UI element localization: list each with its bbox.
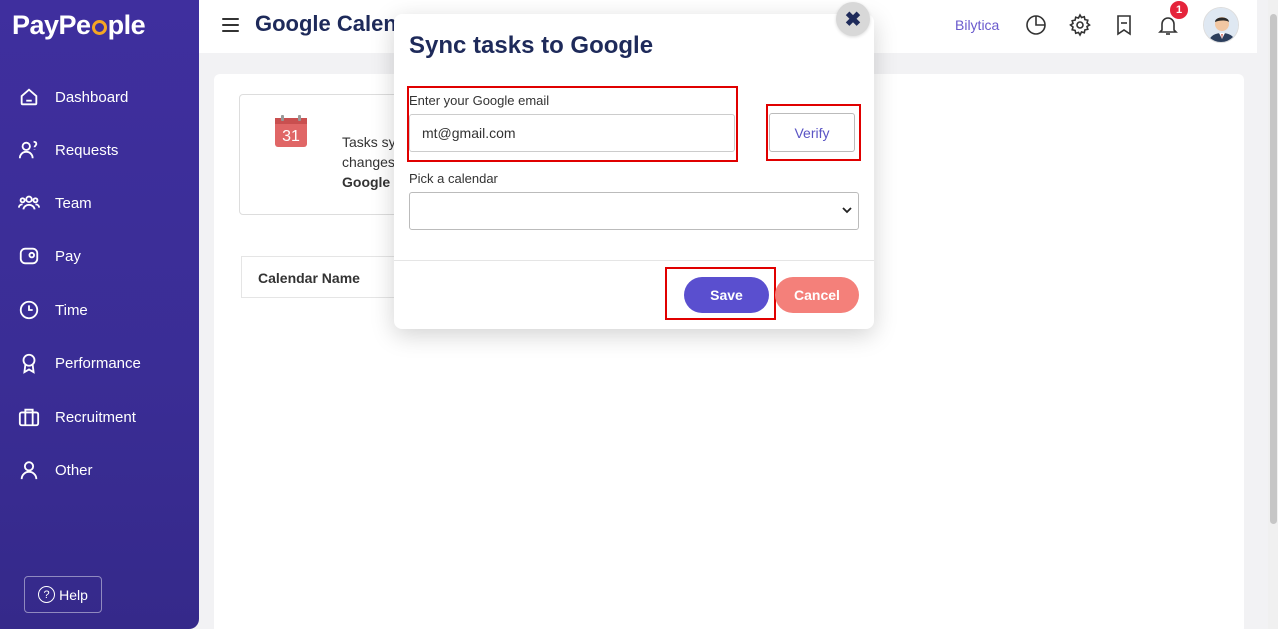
app-logo[interactable]: PayPe ple (12, 10, 146, 41)
dialog-title: Sync tasks to Google (409, 32, 654, 59)
highlight-verify-frame (766, 104, 861, 161)
requests-icon (18, 140, 38, 159)
gear-icon[interactable] (1068, 13, 1092, 37)
calendar-day-text: 31 (282, 128, 300, 145)
column-header-calendar-name: Calendar Name (258, 270, 360, 286)
pie-chart-icon[interactable] (1024, 13, 1048, 37)
sidebar-item-label: Dashboard (55, 88, 129, 106)
award-icon (22, 353, 36, 374)
sidebar-item-label: Requests (55, 141, 119, 159)
sync-info-text: Tasks sy changes Google (342, 132, 396, 192)
google-calendar-icon: 31 (275, 115, 307, 147)
pay-icon (19, 247, 39, 265)
sidebar-item-team[interactable]: Team (18, 189, 92, 217)
sidebar-item-label: Recruitment (55, 408, 136, 426)
sidebar-item-requests[interactable]: Requests (18, 136, 118, 164)
sidebar-item-label: Performance (55, 354, 141, 372)
user-avatar-icon (1204, 8, 1238, 42)
scrollbar-thumb[interactable] (1270, 14, 1277, 524)
help-label: Help (59, 586, 88, 603)
chevron-down-icon (842, 207, 852, 214)
dialog-footer-divider (394, 260, 874, 261)
sidebar-item-recruitment[interactable]: Recruitment (18, 403, 136, 431)
briefcase-icon (18, 408, 40, 427)
notification-badge: 1 (1170, 1, 1188, 19)
info-line-1: Tasks sy (342, 134, 396, 150)
avatar[interactable] (1203, 7, 1239, 43)
calendar-select[interactable] (409, 192, 859, 230)
company-link[interactable]: Bilytica (955, 17, 999, 33)
close-dialog-button[interactable]: ✖ (836, 2, 870, 36)
clock-icon (19, 300, 39, 320)
info-line-3: Google (342, 174, 391, 190)
info-line-2: changes (342, 154, 395, 170)
calendar-table-header: Calendar Name (241, 256, 411, 298)
logo-text-end: ple (107, 10, 146, 40)
sidebar-item-label: Time (55, 301, 88, 319)
logo-text: PayPe (12, 10, 91, 40)
logo-o-icon (91, 20, 107, 35)
sidebar: PayPe ple Dashboard Requests Team Pay Tim… (0, 0, 199, 629)
sidebar-item-other[interactable]: Other (18, 456, 93, 484)
sidebar-item-time[interactable]: Time (18, 296, 88, 324)
menu-icon[interactable] (222, 18, 239, 36)
sidebar-item-dashboard[interactable]: Dashboard (18, 83, 128, 111)
sidebar-item-label: Pay (55, 247, 81, 265)
sidebar-item-label: Team (55, 194, 92, 212)
sidebar-item-performance[interactable]: Performance (18, 349, 141, 377)
home-icon (20, 88, 38, 106)
highlight-save-frame (665, 267, 776, 320)
help-icon: ? (38, 586, 56, 603)
cancel-button[interactable]: Cancel (775, 277, 859, 313)
calendar-label: Pick a calendar (409, 171, 498, 186)
highlight-email-frame (407, 86, 738, 162)
user-icon (20, 461, 38, 480)
sidebar-item-label: Other (55, 461, 93, 479)
help-button[interactable]: ? Help (24, 576, 102, 613)
team-icon (18, 195, 40, 210)
sidebar-item-pay[interactable]: Pay (18, 242, 81, 270)
bookmark-icon[interactable] (1112, 13, 1136, 37)
